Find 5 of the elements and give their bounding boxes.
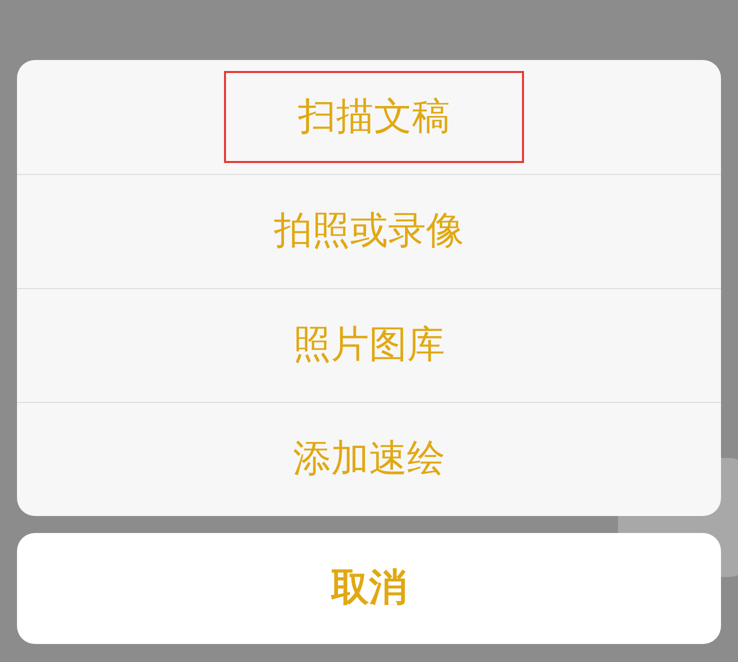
menu-option[interactable]: 照片图库 bbox=[293, 317, 445, 374]
cancel-button[interactable]: 取消 bbox=[17, 533, 721, 644]
menu-option[interactable]: 拍照或录像 bbox=[274, 203, 464, 260]
menu-option[interactable]: 添加速绘 bbox=[293, 431, 445, 488]
menu-option[interactable]: 扫描文稿 bbox=[298, 88, 450, 146]
